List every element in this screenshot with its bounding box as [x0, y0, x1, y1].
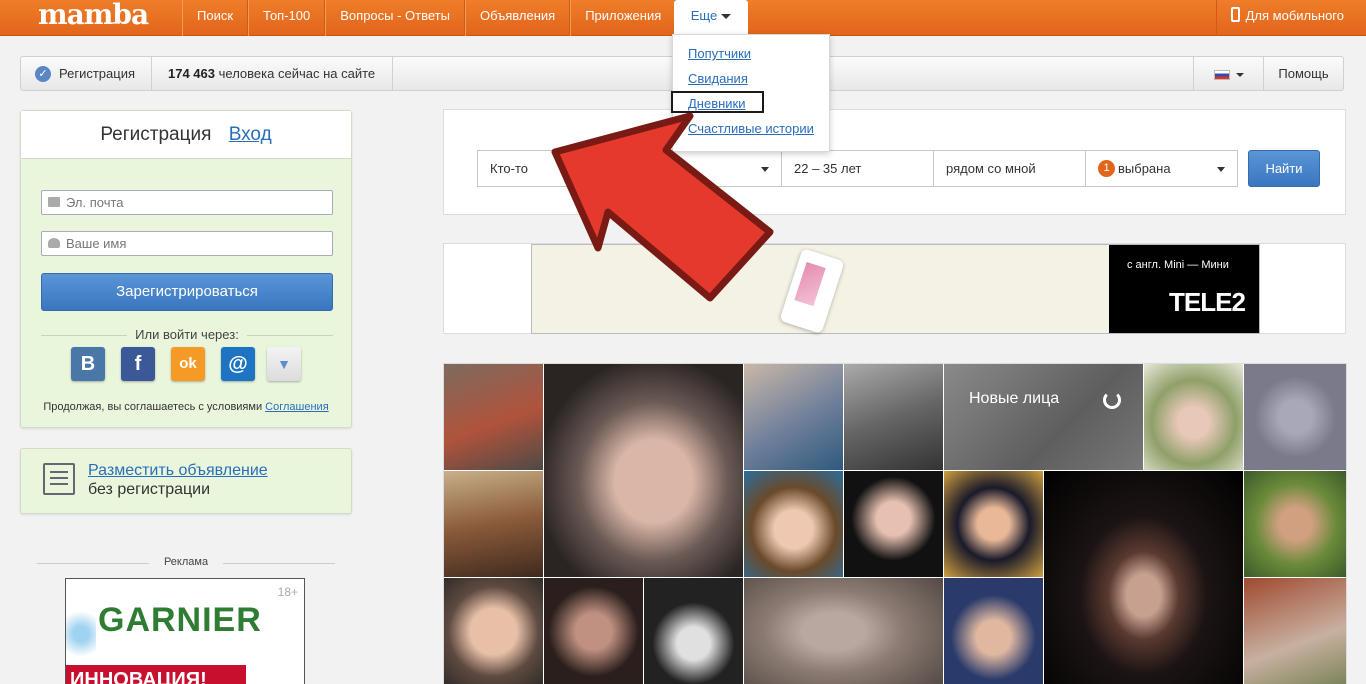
profile-photo[interactable] — [844, 364, 944, 471]
refresh-icon[interactable] — [1103, 391, 1121, 409]
nav-search[interactable]: Поиск — [182, 0, 249, 36]
goal-select[interactable]: 1 выбрана — [1085, 150, 1238, 187]
online-count: 174 463 — [168, 66, 215, 81]
profile-photo[interactable] — [744, 471, 844, 578]
email-placeholder: Эл. почта — [66, 195, 124, 210]
count-badge: 1 — [1098, 160, 1115, 178]
or-login-label: Или войти через: — [41, 327, 333, 342]
mamba-logo[interactable]: mamba — [38, 0, 149, 32]
online-counter: 174 463 человека сейчас на сайте — [152, 57, 393, 90]
agreement-text: Продолжая, вы соглашаетесь с условиями С… — [21, 401, 351, 413]
profile-photo[interactable] — [844, 471, 944, 578]
profile-photo[interactable] — [1244, 471, 1346, 578]
profile-photo[interactable] — [944, 471, 1044, 578]
goal-value: выбрана — [1118, 161, 1171, 176]
tele2-tagline: с англ. Mini — Мини — [1127, 259, 1229, 271]
phone-icon — [1230, 7, 1240, 23]
registration-label: Регистрация — [59, 66, 135, 81]
age-range-input[interactable]: 22 – 35 лет — [781, 150, 934, 187]
advert-label: Реклама — [37, 556, 335, 568]
envelope-icon — [48, 197, 60, 207]
name-field[interactable]: Ваше имя — [41, 231, 333, 256]
name-placeholder: Ваше имя — [66, 236, 127, 251]
post-ad-panel: Разместить объявление без регистрации — [20, 448, 352, 514]
email-field[interactable]: Эл. почта — [41, 190, 333, 215]
online-text: человека сейчас на сайте — [218, 66, 376, 81]
location-value: рядом со мной — [946, 161, 1036, 176]
garnier-brand: GARNIER — [98, 601, 262, 639]
chevron-down-icon — [1217, 167, 1225, 172]
menu-item-poputchiki[interactable]: Попутчики — [688, 46, 751, 61]
location-input[interactable]: рядом со мной — [933, 150, 1086, 187]
age-rating: 18+ — [277, 585, 298, 599]
new-faces-title: Новые лица — [969, 390, 1060, 407]
nav-questions-answers[interactable]: Вопросы - Ответы — [325, 0, 465, 36]
age-value: 22 – 35 лет — [794, 161, 862, 176]
chevron-down-icon — [1236, 73, 1244, 77]
nav-ads[interactable]: Объявления — [464, 0, 571, 36]
post-ad-subtitle: без регистрации — [88, 481, 211, 498]
new-faces-grid: Новые лица — [443, 363, 1347, 684]
language-selector[interactable] — [1193, 57, 1264, 90]
main-nav: Поиск Топ-100 Вопросы - Ответы Объявлени… — [182, 0, 677, 36]
garnier-advert[interactable]: 18+ GARNIER ИННОВАЦИЯ! — [65, 578, 305, 684]
mobile-link[interactable]: Для мобильного — [1215, 0, 1366, 36]
registration-tabs: Регистрация Вход — [21, 111, 351, 159]
profile-photo[interactable] — [644, 578, 744, 684]
more-social-button[interactable]: ▼ — [267, 347, 301, 381]
tele2-black-block: с англ. Mini — Мини TELE2 — [1109, 245, 1259, 333]
profile-photo[interactable] — [1244, 364, 1346, 471]
profile-photo[interactable] — [744, 364, 844, 471]
phone-image — [779, 248, 845, 334]
red-arrow-annotation — [551, 112, 774, 302]
vk-icon[interactable]: В — [71, 347, 105, 381]
chevron-down-icon — [721, 14, 732, 20]
odnoklassniki-icon[interactable]: ok — [171, 347, 205, 381]
nav-more-label: Еще — [690, 8, 718, 23]
new-faces-tile[interactable]: Новые лица — [944, 364, 1144, 471]
profile-photo[interactable] — [444, 578, 544, 684]
profile-photo[interactable] — [544, 364, 744, 578]
top-navigation-bar: mamba Поиск Топ-100 Вопросы - Ответы Объ… — [0, 0, 1366, 37]
profile-photo[interactable] — [444, 364, 544, 471]
mobile-label: Для мобильного — [1245, 8, 1344, 23]
profile-photo[interactable] — [1044, 471, 1244, 684]
agree-label: Продолжая, вы соглашаетесь с условиями — [43, 401, 263, 413]
check-icon: ✓ — [35, 66, 51, 82]
menu-item-svidaniya[interactable]: Свидания — [688, 71, 748, 86]
agreement-link[interactable]: Соглашения — [265, 401, 329, 413]
find-button[interactable]: Найти — [1248, 150, 1320, 187]
post-ad-link[interactable]: Разместить объявление — [88, 462, 268, 480]
russia-flag-icon — [1214, 70, 1230, 80]
tele2-logo: TELE2 — [1169, 287, 1246, 317]
water-splash-image — [66, 599, 96, 669]
help-link[interactable]: Помощь — [1264, 57, 1343, 90]
user-icon — [48, 238, 60, 248]
nav-apps[interactable]: Приложения — [570, 0, 677, 36]
innovation-banner: ИННОВАЦИЯ! — [66, 665, 246, 684]
registration-link[interactable]: ✓ Регистрация — [21, 57, 152, 90]
tab-registration[interactable]: Регистрация — [100, 124, 211, 145]
profile-photo[interactable] — [944, 578, 1044, 684]
profile-photo[interactable] — [544, 578, 644, 684]
document-icon — [43, 463, 75, 495]
registration-panel: Регистрация Вход Эл. почта Ваше имя Заре… — [20, 110, 352, 428]
profile-photo[interactable] — [1144, 364, 1244, 471]
mailru-icon[interactable]: @ — [221, 347, 255, 381]
register-button[interactable]: Зарегистрироваться — [41, 273, 333, 311]
profile-photo[interactable] — [444, 471, 544, 578]
nav-more-button[interactable]: Еще — [674, 0, 748, 37]
tab-login[interactable]: Вход — [229, 124, 272, 145]
profile-photo[interactable] — [744, 578, 944, 684]
profile-photo[interactable] — [1244, 578, 1346, 684]
facebook-icon[interactable]: f — [121, 347, 155, 381]
nav-top100[interactable]: Топ-100 — [248, 0, 326, 36]
